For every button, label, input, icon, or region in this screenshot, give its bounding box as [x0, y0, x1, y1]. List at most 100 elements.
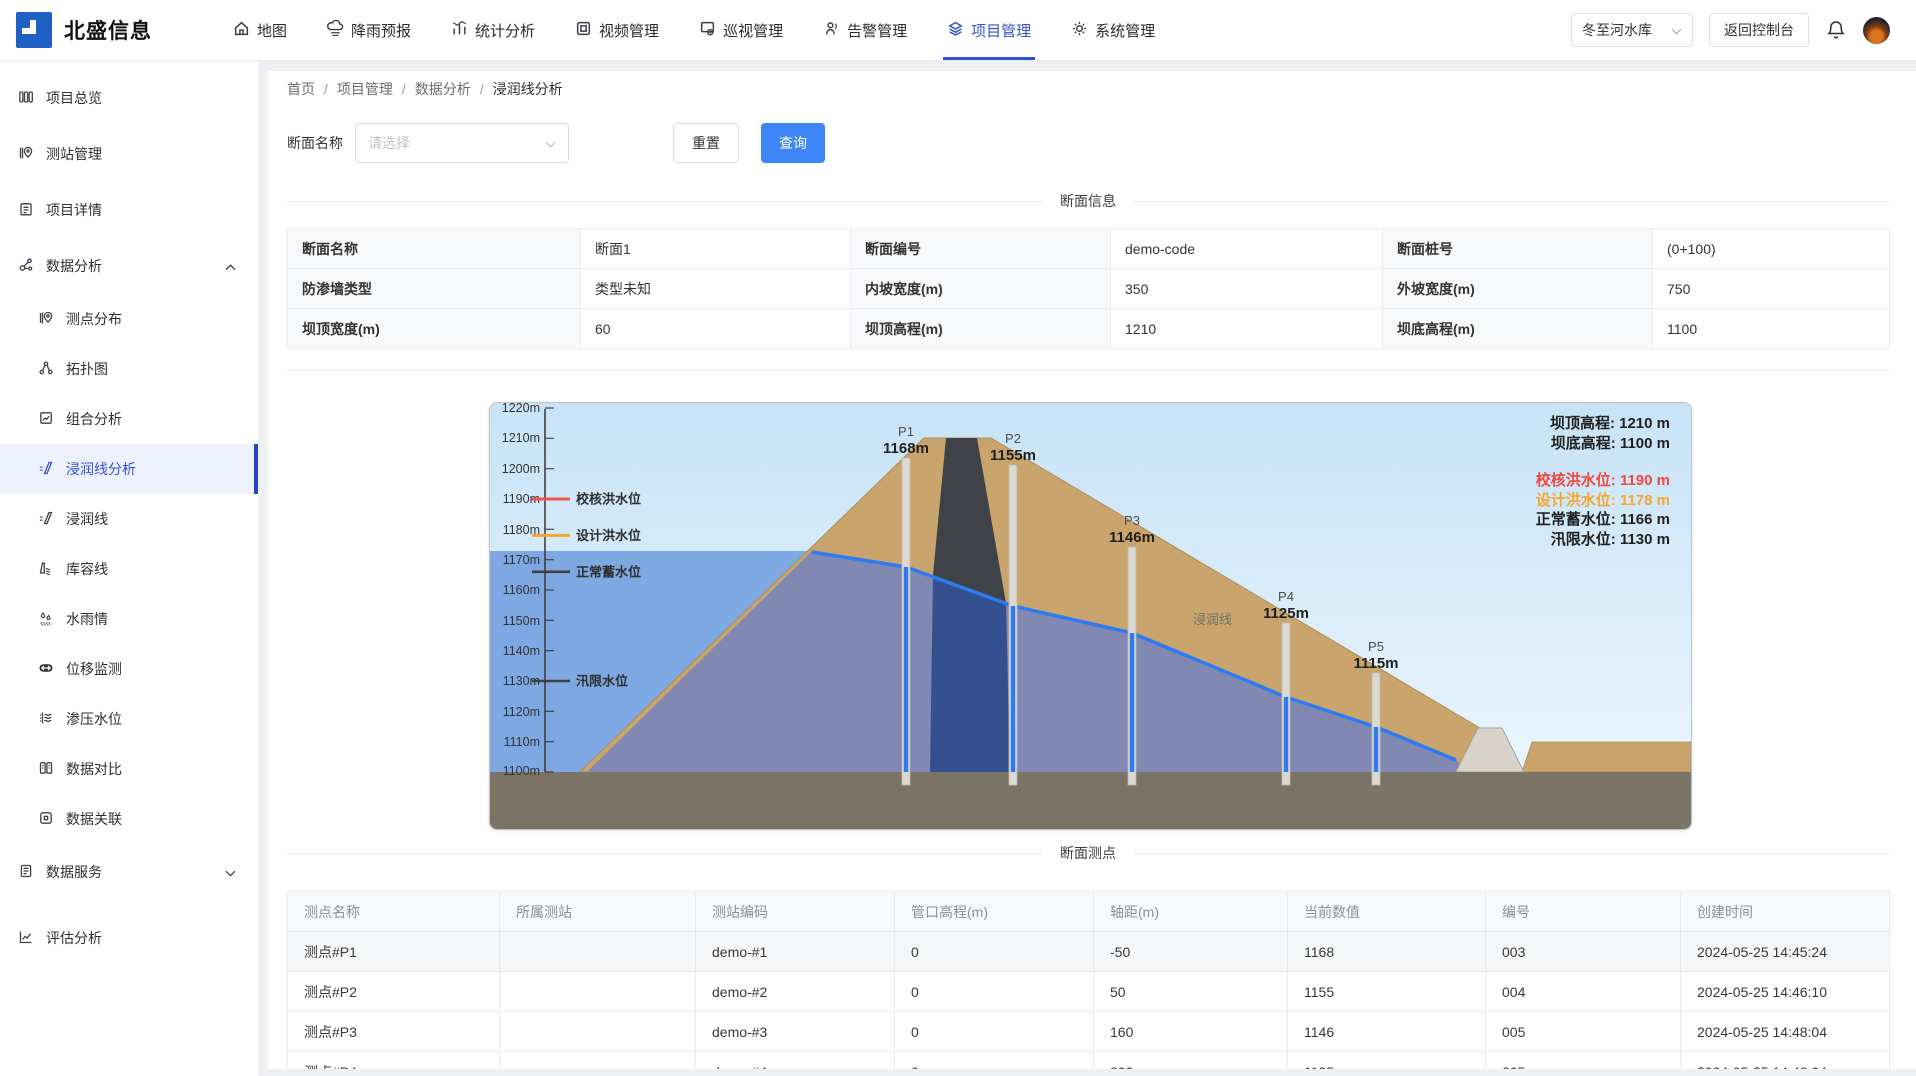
rain-cloud-icon: [327, 19, 344, 41]
phreatic-wave-icon: [38, 510, 54, 529]
rain-drops-icon: [38, 610, 54, 629]
patrol-icon: [699, 20, 716, 41]
svg-text:P4: P4: [1278, 589, 1294, 604]
svg-text:汛限水位: 1130 m: 汛限水位: 1130 m: [1551, 530, 1670, 548]
cell-label: 断面名称: [287, 228, 581, 269]
back-to-console-button[interactable]: 返回控制台: [1709, 13, 1809, 47]
reservoir-select[interactable]: 冬至河水库: [1571, 13, 1693, 47]
user-avatar[interactable]: [1863, 16, 1890, 44]
home-icon: [233, 20, 250, 41]
filter-bar: 断面名称 请选择 重置 查询: [287, 123, 1889, 163]
notification-bell-icon[interactable]: [1825, 19, 1847, 41]
reset-button[interactable]: 重置: [673, 123, 739, 163]
cell-label: 断面桩号: [1382, 228, 1653, 269]
sidebar-item-seepage-level[interactable]: 渗压水位: [0, 694, 258, 744]
svg-text:1100m: 1100m: [503, 764, 540, 778]
cell-value: demo-code: [1110, 228, 1383, 269]
table-row: 测点#P4 demo-#4 0 300 1125 005 2024-05-25 …: [287, 1051, 1890, 1069]
sidebar-item-evaluation-analysis[interactable]: 评估分析: [0, 910, 258, 966]
section-info-divider: 断面信息: [287, 191, 1889, 211]
design-flood-level-label: 设计洪水位: [576, 528, 641, 543]
svg-text:1210m: 1210m: [502, 431, 540, 445]
check-flood-level-label: 校核洪水位: [576, 492, 641, 507]
nav-item-map[interactable]: 地图: [233, 0, 287, 60]
nav-item-patrol[interactable]: 巡视管理: [699, 0, 783, 60]
phreatic-wave-icon: [38, 460, 54, 479]
breadcrumb-project[interactable]: 项目管理: [337, 79, 393, 99]
cell-label: 坝底高程(m): [1382, 308, 1653, 349]
nav-right: 冬至河水库 返回控制台: [1571, 13, 1916, 47]
table-row: 测点#P3 demo-#3 0 160 1146 005 2024-05-25 …: [287, 1011, 1890, 1052]
sidebar-item-station-management[interactable]: 测站管理: [0, 126, 258, 182]
cell-value: 1100: [1652, 308, 1890, 349]
svg-text:坝顶高程: 1210 m: 坝顶高程: 1210 m: [1550, 414, 1670, 432]
cell-value: (0+100): [1652, 228, 1890, 269]
sidebar-item-combined-analysis[interactable]: 组合分析: [0, 394, 258, 444]
svg-text:1120m: 1120m: [503, 705, 540, 719]
nav-item-statistics[interactable]: 统计分析: [451, 0, 535, 60]
table-row: 测点#P2 demo-#2 0 50 1155 004 2024-05-25 1…: [287, 971, 1890, 1012]
sidebar-item-point-distribution[interactable]: 测点分布: [0, 294, 258, 344]
brand-name: 北盛信息: [64, 20, 152, 43]
section-name-label: 断面名称: [287, 135, 343, 151]
sidebar-item-capacity-curve[interactable]: 库容线: [0, 544, 258, 594]
linked-box-icon: [38, 810, 54, 829]
search-button[interactable]: 查询: [761, 123, 825, 163]
breadcrumb-home[interactable]: 首页: [287, 79, 315, 99]
sidebar-item-project-overview[interactable]: 项目总览: [0, 70, 258, 126]
sidebar-item-topology[interactable]: 拓扑图: [0, 344, 258, 394]
sidebar-item-data-relation[interactable]: 数据关联: [0, 794, 258, 844]
section-select[interactable]: 请选择: [355, 123, 569, 163]
top-nav: 北盛信息 地图 降雨预报 统计分析 视频管理 巡视管理 告警管理 项目管理 系统…: [0, 0, 1916, 61]
sidebar-item-water-rain[interactable]: 水雨情: [0, 594, 258, 644]
svg-text:1115m: 1115m: [1353, 655, 1398, 672]
table-row: 坝顶宽度(m) 60 坝顶高程(m) 1210 坝底高程(m) 1100: [287, 308, 1890, 349]
section-info-title: 断面信息: [1060, 193, 1116, 209]
section-points-divider: 断面测点: [287, 843, 1889, 863]
svg-text:1160m: 1160m: [503, 583, 540, 597]
page: 北盛信息 地图 降雨预报 统计分析 视频管理 巡视管理 告警管理 项目管理 系统…: [0, 0, 1916, 1076]
chevron-up-icon: [225, 258, 236, 274]
sidebar-item-phreatic-line-analysis[interactable]: 浸润线分析: [0, 444, 258, 494]
svg-text:1140m: 1140m: [503, 644, 540, 658]
flood-limit-level-label: 汛限水位: [576, 674, 628, 689]
brand-logo-icon: [16, 12, 52, 48]
svg-text:P3: P3: [1124, 513, 1140, 528]
svg-text:校核洪水位: 1190 m: 校核洪水位: 1190 m: [1536, 471, 1670, 489]
cell-value: 60: [580, 308, 851, 349]
cell-value: 类型未知: [580, 268, 851, 309]
sidebar-item-displacement-monitor[interactable]: 位移监测: [0, 644, 258, 694]
nav-item-video[interactable]: 视频管理: [575, 0, 659, 60]
table-row: 测点#P1 demo-#1 0 -50 1168 003 2024-05-25 …: [287, 931, 1890, 972]
cell-value: 750: [1652, 268, 1890, 309]
nav-item-rain-forecast[interactable]: 降雨预报: [327, 0, 411, 60]
sidebar-item-data-service[interactable]: 数据服务: [0, 844, 258, 900]
nav-item-system[interactable]: 系统管理: [1071, 0, 1155, 60]
svg-text:1155m: 1155m: [990, 447, 1036, 464]
section-points-title: 断面测点: [1060, 845, 1116, 861]
molecule-icon: [18, 257, 34, 276]
svg-text:1110m: 1110m: [504, 735, 540, 749]
bar-chart-icon: [451, 20, 468, 41]
dam-water-icon: [38, 560, 54, 579]
sidebar-item-data-compare[interactable]: 数据对比: [0, 744, 258, 794]
dam-cross-section-chart: 1220m 1210m 1200m 1190m 1180m 1170m 1160…: [489, 402, 1692, 830]
svg-text:1170m: 1170m: [503, 553, 540, 567]
nav-item-project[interactable]: 项目管理: [943, 0, 1036, 60]
breadcrumb-analysis[interactable]: 数据分析: [415, 79, 471, 99]
topology-icon: [38, 360, 54, 379]
sidebar-item-data-analysis[interactable]: 数据分析: [0, 238, 258, 294]
foundation: [490, 772, 1691, 829]
svg-text:P1: P1: [898, 424, 914, 439]
sidebar-item-project-detail[interactable]: 项目详情: [0, 182, 258, 238]
nav-item-alarm[interactable]: 告警管理: [823, 0, 907, 60]
select-placeholder: 请选择: [368, 135, 410, 151]
seepage-lines-icon: [38, 710, 54, 729]
brand: 北盛信息: [0, 12, 215, 48]
trend-chart-icon: [18, 929, 34, 948]
nav-menu: 地图 降雨预报 统计分析 视频管理 巡视管理 告警管理 项目管理 系统管理: [233, 0, 1155, 60]
svg-text:设计洪水位: 1178 m: 设计洪水位: 1178 m: [1536, 491, 1670, 509]
cell-value: 断面1: [580, 228, 851, 269]
svg-text:1146m: 1146m: [1109, 529, 1155, 546]
sidebar-item-phreatic-line[interactable]: 浸润线: [0, 494, 258, 544]
